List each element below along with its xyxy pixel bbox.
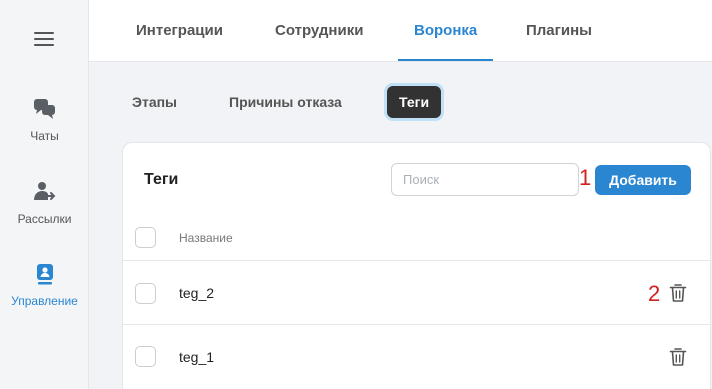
subtab-tags[interactable]: Теги <box>387 86 442 118</box>
hamburger-menu-icon[interactable] <box>34 31 56 47</box>
top-tabs-bar: Интеграции Сотрудники Воронка Плагины <box>89 0 712 62</box>
management-badge-icon <box>36 264 53 285</box>
tag-name: teg_1 <box>179 349 215 365</box>
annotation-marker-2: 2 <box>648 281 661 306</box>
select-all-checkbox[interactable] <box>135 227 156 248</box>
sidebar-item-mailings[interactable]: Рассылки <box>0 180 89 226</box>
row-checkbox[interactable] <box>135 283 156 304</box>
tab-integrations[interactable]: Интеграции <box>136 0 223 62</box>
trash-icon[interactable] <box>669 347 687 367</box>
tab-plugins[interactable]: Плагины <box>526 0 592 62</box>
trash-icon[interactable] <box>669 283 687 303</box>
subtab-rejection-reasons[interactable]: Причины отказа <box>229 86 342 118</box>
tab-employees[interactable]: Сотрудники <box>275 0 363 62</box>
row-checkbox[interactable] <box>135 346 156 367</box>
table-header-row: Название <box>123 215 710 260</box>
table-row: teg_2 2 <box>123 260 710 324</box>
sidebar-item-label: Чаты <box>30 129 59 143</box>
add-button[interactable]: Добавить <box>595 165 691 195</box>
tag-name: teg_2 <box>179 285 215 301</box>
search-input[interactable] <box>391 163 579 196</box>
tab-funnel[interactable]: Воронка <box>397 0 494 62</box>
subtab-stages[interactable]: Этапы <box>132 86 177 118</box>
card-title: Теги <box>144 171 179 188</box>
user-send-icon <box>33 182 55 200</box>
sidebar-item-label: Управление <box>11 294 78 308</box>
chat-bubbles-icon <box>33 99 55 119</box>
sidebar-item-chats[interactable]: Чаты <box>0 97 89 143</box>
table-row: teg_1 <box>123 324 710 388</box>
sidebar: Чаты Рассылки Управление <box>0 0 89 389</box>
sidebar-item-management[interactable]: Управление <box>0 262 89 308</box>
sidebar-item-label: Рассылки <box>17 212 72 226</box>
annotation-marker-1: 1 <box>579 165 592 190</box>
tags-card: Теги 1 Добавить Название teg_2 2 teg_1 <box>122 142 711 389</box>
column-header-name: Название <box>179 231 233 245</box>
